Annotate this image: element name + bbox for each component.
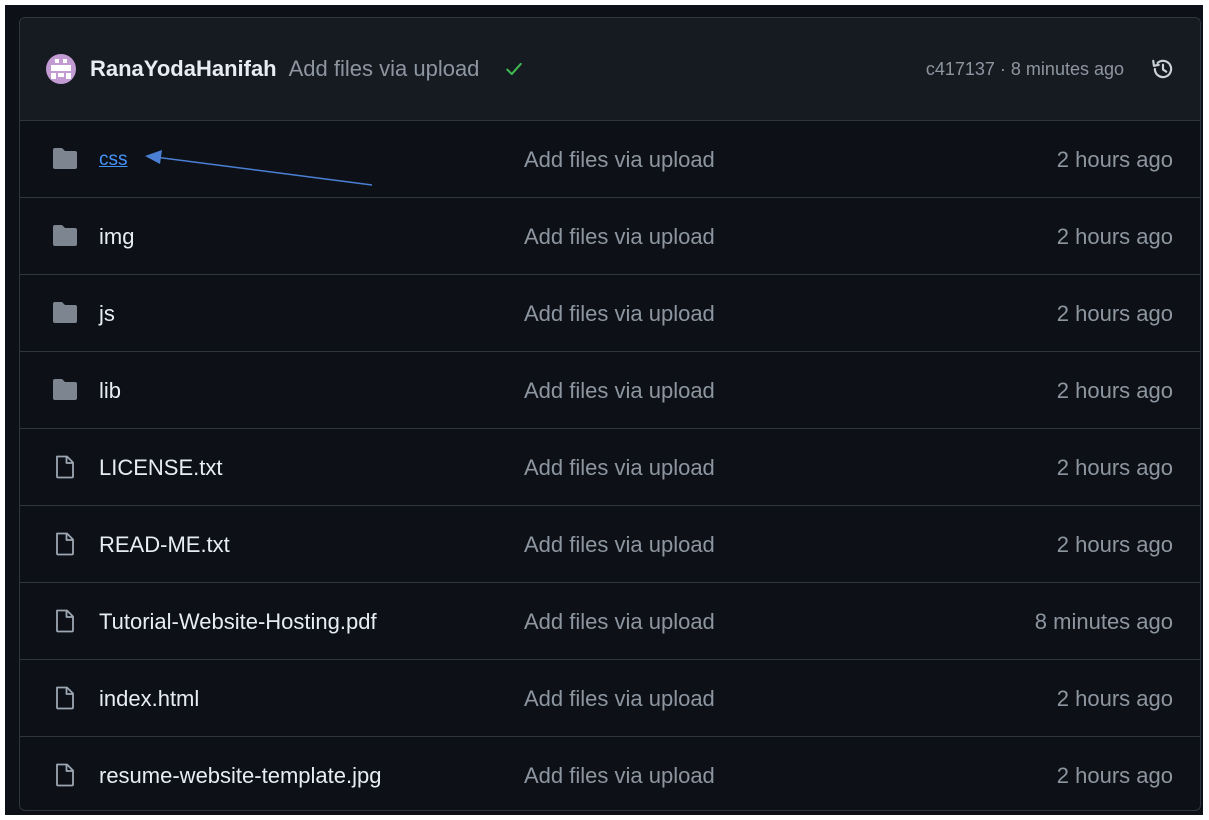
file-name-link[interactable]: lib [99, 352, 121, 429]
file-list: css Add files via upload 2 hours ago img Add… [20, 121, 1200, 810]
file-icon [52, 686, 78, 710]
file-name-link[interactable]: css [99, 121, 128, 198]
page: RanaYodaHanifah Add files via upload c41… [5, 5, 1203, 815]
file-commit-message-link[interactable]: Add files via upload [524, 275, 715, 352]
commit-message-link[interactable]: Add files via upload [289, 56, 480, 82]
file-commit-message-link[interactable]: Add files via upload [524, 660, 715, 737]
file-icon [52, 455, 78, 479]
file-age: 2 hours ago [1056, 224, 1173, 249]
file-commit-message-link[interactable]: Add files via upload [524, 583, 715, 660]
folder-icon [52, 147, 78, 171]
file-age: 2 hours ago [1056, 763, 1173, 788]
file-commit-message-link[interactable]: Add files via upload [524, 198, 715, 275]
commit-author-link[interactable]: RanaYodaHanifah [90, 56, 277, 82]
file-name-link[interactable]: Tutorial-Website-Hosting.pdf [99, 583, 377, 660]
commit-time: 8 minutes ago [1010, 58, 1124, 79]
file-commit-message-link[interactable]: Add files via upload [524, 121, 715, 198]
folder-icon [52, 224, 78, 248]
file-age: 2 hours ago [1056, 301, 1173, 326]
file-age: 2 hours ago [1056, 147, 1173, 172]
file-age: 2 hours ago [1056, 378, 1173, 403]
file-commit-message-link[interactable]: Add files via upload [524, 506, 715, 583]
check-icon[interactable] [505, 60, 523, 78]
file-row[interactable]: LICENSE.txt Add files via upload 2 hours a… [20, 429, 1200, 506]
latest-commit-bar: RanaYodaHanifah Add files via upload c41… [20, 18, 1200, 121]
avatar[interactable] [46, 54, 76, 84]
file-name-link[interactable]: READ-ME.txt [99, 506, 230, 583]
file-commit-message-link[interactable]: Add files via upload [524, 737, 715, 810]
file-name-link[interactable]: img [99, 198, 134, 275]
file-row[interactable]: READ-ME.txt Add files via upload 2 hours a… [20, 506, 1200, 583]
file-name-link[interactable]: index.html [99, 660, 199, 737]
file-commit-message-link[interactable]: Add files via upload [524, 429, 715, 506]
file-row[interactable]: img Add files via upload 2 hours ago [20, 198, 1200, 275]
commit-hash-link[interactable]: c417137 [926, 59, 995, 79]
file-icon [52, 609, 78, 633]
file-name-link[interactable]: js [99, 275, 115, 352]
history-icon[interactable] [1150, 56, 1176, 82]
file-icon [52, 763, 78, 787]
file-age: 2 hours ago [1056, 532, 1173, 557]
file-age: 8 minutes ago [1034, 609, 1173, 634]
folder-icon [52, 301, 78, 325]
file-age: 2 hours ago [1056, 455, 1173, 480]
commit-meta-separator: · [999, 58, 1006, 79]
file-browser-panel: RanaYodaHanifah Add files via upload c41… [19, 17, 1201, 811]
commit-meta: c417137 · 8 minutes ago [926, 59, 1124, 80]
file-age: 2 hours ago [1056, 686, 1173, 711]
file-commit-message-link[interactable]: Add files via upload [524, 352, 715, 429]
file-name-link[interactable]: resume-website-template.jpg [99, 737, 381, 810]
file-row[interactable]: lib Add files via upload 2 hours ago [20, 352, 1200, 429]
file-row[interactable]: js Add files via upload 2 hours ago [20, 275, 1200, 352]
file-row[interactable]: index.html Add files via upload 2 hours ag… [20, 660, 1200, 737]
folder-icon [52, 378, 78, 402]
file-icon [52, 532, 78, 556]
file-row[interactable]: css Add files via upload 2 hours ago [20, 121, 1200, 198]
file-name-link[interactable]: LICENSE.txt [99, 429, 222, 506]
file-row[interactable]: Tutorial-Website-Hosting.pdf Add files vi… [20, 583, 1200, 660]
file-row[interactable]: resume-website-template.jpg Add files via… [20, 737, 1200, 810]
